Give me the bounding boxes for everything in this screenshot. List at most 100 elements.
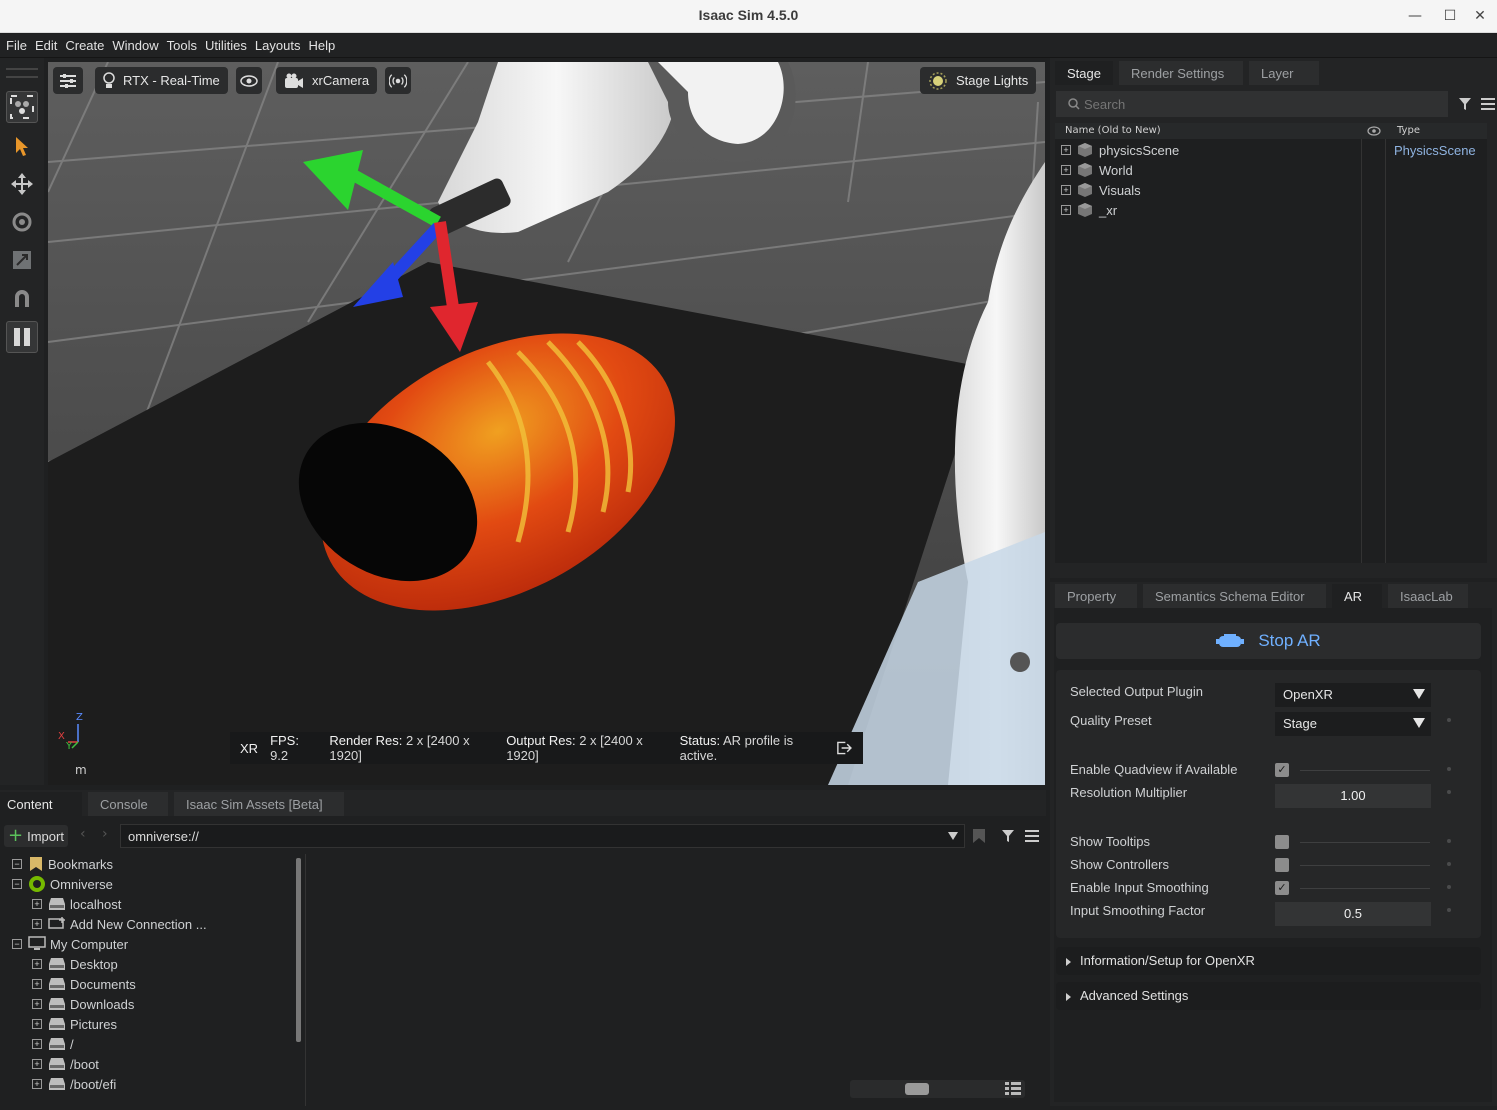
- stage-search[interactable]: [1056, 91, 1448, 117]
- expand-icon[interactable]: +: [32, 1019, 42, 1029]
- stop-ar-button[interactable]: Stop AR: [1056, 623, 1481, 659]
- expand-icon[interactable]: +: [1061, 165, 1071, 175]
- content-tree-item[interactable]: + /boot/efi: [32, 1074, 312, 1094]
- enable-quadview-checkbox[interactable]: ✓: [1275, 763, 1289, 777]
- col-type[interactable]: Type: [1397, 125, 1420, 136]
- expand-icon[interactable]: +: [32, 979, 42, 989]
- chevron-down-icon[interactable]: [948, 832, 958, 840]
- thumbnail-size-slider[interactable]: [850, 1080, 1025, 1098]
- tab-property[interactable]: Property: [1055, 584, 1137, 608]
- expand-icon[interactable]: +: [32, 1059, 42, 1069]
- content-tree-item[interactable]: + localhost: [32, 894, 312, 914]
- expand-icon[interactable]: +: [1061, 205, 1071, 215]
- menu-icon[interactable]: [1025, 830, 1039, 842]
- content-tree-item[interactable]: − My Computer: [12, 934, 292, 954]
- tab-ar[interactable]: AR: [1332, 584, 1382, 608]
- stage-item-xr[interactable]: + _xr: [1061, 200, 1361, 220]
- snap-magnet-icon[interactable]: [6, 282, 38, 314]
- stage-item-physicsscene[interactable]: + physicsScene PhysicsScene: [1061, 140, 1476, 160]
- expand-icon[interactable]: +: [32, 919, 42, 929]
- back-icon[interactable]: ‹: [80, 826, 86, 842]
- render-mode-button[interactable]: RTX - Real-Time: [95, 67, 228, 94]
- close-button[interactable]: ✕: [1470, 6, 1490, 26]
- tab-content[interactable]: Content: [0, 792, 82, 816]
- slider-handle[interactable]: [905, 1083, 929, 1095]
- menu-icon[interactable]: [1481, 98, 1495, 110]
- default-indicator[interactable]: [1447, 790, 1451, 794]
- grid-view-icon[interactable]: [1005, 1082, 1021, 1096]
- stage-lights-button[interactable]: Stage Lights: [920, 67, 1037, 94]
- content-tree-item[interactable]: + Add New Connection ...: [32, 914, 312, 934]
- tab-render-settings[interactable]: Render Settings: [1118, 61, 1243, 85]
- menu-utilities[interactable]: Utilities: [199, 34, 249, 53]
- rotate-icon[interactable]: [6, 206, 38, 238]
- show-tooltips-checkbox[interactable]: [1275, 835, 1289, 849]
- default-indicator[interactable]: [1447, 839, 1451, 843]
- info-setup-openxr-section[interactable]: Information/Setup for OpenXR: [1056, 947, 1481, 975]
- default-indicator[interactable]: [1447, 908, 1451, 912]
- enable-input-smoothing-checkbox[interactable]: ✓: [1275, 881, 1289, 895]
- tab-isaaclab[interactable]: IsaacLab: [1388, 584, 1468, 608]
- bookmark-icon[interactable]: [972, 828, 986, 844]
- menu-edit[interactable]: Edit: [29, 34, 59, 53]
- stage-item-visuals[interactable]: + Visuals: [1061, 180, 1361, 200]
- collapse-icon[interactable]: −: [12, 859, 22, 869]
- scale-icon[interactable]: [6, 244, 38, 276]
- move-icon[interactable]: [6, 168, 38, 200]
- menu-create[interactable]: Create: [59, 34, 106, 53]
- expand-icon[interactable]: +: [1061, 145, 1071, 155]
- tab-layer[interactable]: Layer: [1248, 61, 1319, 85]
- select-arrow-icon[interactable]: [6, 130, 38, 162]
- col-name[interactable]: Name (Old to New): [1065, 125, 1161, 136]
- default-indicator[interactable]: [1447, 718, 1451, 722]
- tab-console[interactable]: Console: [88, 792, 168, 816]
- viewport-settings-button[interactable]: [53, 67, 83, 94]
- default-indicator[interactable]: [1447, 767, 1451, 771]
- content-tree-item[interactable]: + Downloads: [32, 994, 312, 1014]
- menu-window[interactable]: Window: [106, 34, 160, 53]
- expand-icon[interactable]: +: [32, 959, 42, 969]
- exit-icon[interactable]: [836, 740, 853, 756]
- expand-icon[interactable]: +: [32, 1039, 42, 1049]
- content-tree-item[interactable]: + Pictures: [32, 1014, 312, 1034]
- default-indicator[interactable]: [1447, 885, 1451, 889]
- camera-button[interactable]: xrCamera: [276, 67, 378, 94]
- maximize-button[interactable]: ☐: [1440, 6, 1460, 26]
- expand-icon[interactable]: +: [32, 999, 42, 1009]
- filter-icon[interactable]: [1458, 97, 1472, 111]
- minimize-button[interactable]: —: [1405, 6, 1425, 26]
- import-button[interactable]: + Import: [4, 825, 68, 847]
- collapse-icon[interactable]: −: [12, 879, 22, 889]
- tab-stage[interactable]: Stage: [1055, 61, 1113, 85]
- menu-help[interactable]: Help: [302, 34, 337, 53]
- visibility-column-icon[interactable]: [1367, 126, 1381, 136]
- toolbar-grip[interactable]: [6, 68, 38, 78]
- broadcast-button[interactable]: [385, 67, 411, 94]
- default-indicator[interactable]: [1447, 862, 1451, 866]
- tab-semantics-schema-editor[interactable]: Semantics Schema Editor: [1143, 584, 1326, 608]
- show-controllers-checkbox[interactable]: [1275, 858, 1289, 872]
- visibility-button[interactable]: [236, 67, 262, 94]
- output-plugin-dropdown[interactable]: OpenXR: [1275, 683, 1431, 707]
- expand-icon[interactable]: +: [32, 1079, 42, 1089]
- quality-preset-dropdown[interactable]: Stage: [1275, 712, 1431, 736]
- menu-tools[interactable]: Tools: [161, 34, 199, 53]
- select-mode-icon[interactable]: [6, 91, 38, 123]
- menu-file[interactable]: File: [0, 34, 29, 53]
- expand-icon[interactable]: +: [1061, 185, 1071, 195]
- path-field[interactable]: omniverse://: [120, 824, 965, 848]
- tab-isaac-sim-assets[interactable]: Isaac Sim Assets [Beta]: [174, 792, 344, 816]
- forward-icon[interactable]: ›: [102, 826, 108, 842]
- content-tree-item[interactable]: + /: [32, 1034, 312, 1054]
- input-smoothing-factor-field[interactable]: 0.5: [1275, 902, 1431, 926]
- content-tree-item[interactable]: − Omniverse: [12, 874, 292, 894]
- advanced-settings-section[interactable]: Advanced Settings: [1056, 982, 1481, 1010]
- filter-icon[interactable]: [1001, 829, 1015, 843]
- viewport[interactable]: RTX - Real-Time xrCamera Stage Lights Z …: [48, 62, 1045, 785]
- pause-icon[interactable]: [6, 321, 38, 353]
- content-tree-item[interactable]: + Desktop: [32, 954, 312, 974]
- content-tree-item[interactable]: + /boot: [32, 1054, 312, 1074]
- menu-layouts[interactable]: Layouts: [249, 34, 303, 53]
- expand-icon[interactable]: +: [32, 899, 42, 909]
- stage-item-world[interactable]: + World: [1061, 160, 1361, 180]
